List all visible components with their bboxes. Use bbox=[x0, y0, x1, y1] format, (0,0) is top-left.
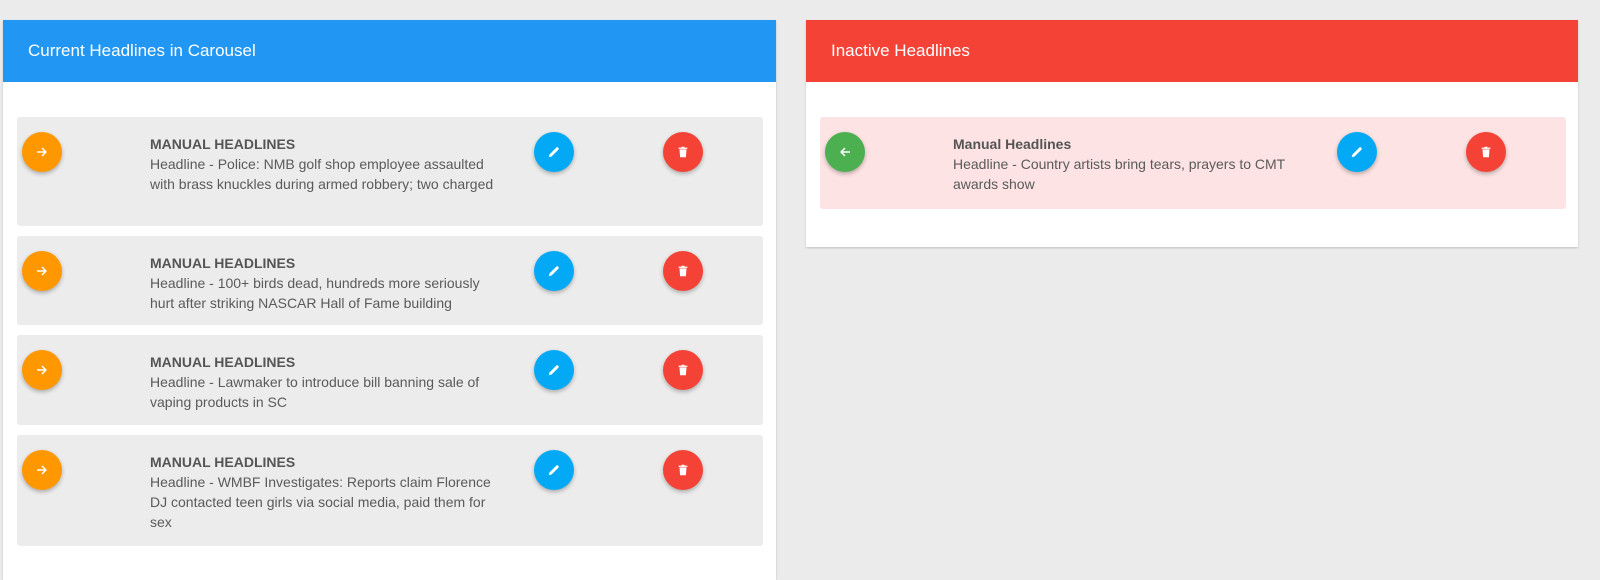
headline-text-block: MANUAL HEADLINES Headline - 100+ birds d… bbox=[150, 253, 506, 313]
headline-title: Headline - Lawmaker to introduce bill ba… bbox=[150, 374, 480, 410]
headline-category: MANUAL HEADLINES bbox=[150, 354, 296, 370]
edit-headline-button[interactable] bbox=[534, 350, 574, 390]
headline-title: Headline - Country artists bring tears, … bbox=[953, 156, 1285, 192]
inactive-headlines-panel: Inactive Headlines Manual Headlines Head… bbox=[806, 20, 1578, 247]
move-to-inactive-button[interactable] bbox=[22, 132, 62, 172]
trash-icon bbox=[678, 464, 688, 476]
edit-headline-button[interactable] bbox=[1337, 132, 1377, 172]
pencil-icon bbox=[548, 465, 559, 476]
active-headlines-title: Current Headlines in Carousel bbox=[28, 41, 256, 60]
trash-icon bbox=[678, 265, 688, 277]
move-to-inactive-button[interactable] bbox=[22, 450, 62, 490]
move-to-inactive-button[interactable] bbox=[22, 350, 62, 390]
arrow-right-icon bbox=[36, 266, 47, 276]
delete-headline-button[interactable] bbox=[663, 251, 703, 291]
edit-headline-button[interactable] bbox=[534, 132, 574, 172]
trash-icon bbox=[1481, 146, 1491, 158]
headline-title: Headline - WMBF Investigates: Reports cl… bbox=[150, 474, 491, 530]
move-to-inactive-button[interactable] bbox=[22, 251, 62, 291]
headline-title: Headline - 100+ birds dead, hundreds mor… bbox=[150, 275, 480, 311]
trash-icon bbox=[678, 146, 688, 158]
delete-headline-button[interactable] bbox=[663, 450, 703, 490]
headline-row: MANUAL HEADLINES Headline - Police: NMB … bbox=[17, 117, 763, 226]
headline-category: MANUAL HEADLINES bbox=[150, 136, 296, 152]
pencil-icon bbox=[548, 147, 559, 158]
headline-category: MANUAL HEADLINES bbox=[150, 255, 296, 271]
pencil-icon bbox=[1351, 147, 1362, 158]
arrow-left-icon bbox=[840, 147, 851, 157]
edit-headline-button[interactable] bbox=[534, 450, 574, 490]
headline-text-block: MANUAL HEADLINES Headline - Lawmaker to … bbox=[150, 352, 506, 412]
headline-row: MANUAL HEADLINES Headline - Lawmaker to … bbox=[17, 335, 763, 425]
active-headlines-header: Current Headlines in Carousel bbox=[3, 20, 776, 82]
headline-row: MANUAL HEADLINES Headline - WMBF Investi… bbox=[17, 435, 763, 546]
delete-headline-button[interactable] bbox=[1466, 132, 1506, 172]
headline-text-block: MANUAL HEADLINES Headline - Police: NMB … bbox=[150, 134, 506, 194]
headline-text-block: MANUAL HEADLINES Headline - WMBF Investi… bbox=[150, 452, 506, 532]
pencil-icon bbox=[548, 365, 559, 376]
pencil-icon bbox=[548, 266, 559, 277]
arrow-right-icon bbox=[36, 465, 47, 475]
headline-row: Manual Headlines Headline - Country arti… bbox=[820, 117, 1566, 209]
headline-text-block: Manual Headlines Headline - Country arti… bbox=[953, 134, 1309, 194]
headline-category: Manual Headlines bbox=[953, 136, 1072, 152]
headline-category: MANUAL HEADLINES bbox=[150, 454, 296, 470]
delete-headline-button[interactable] bbox=[663, 350, 703, 390]
active-headlines-panel: Current Headlines in Carousel MANUAL HEA… bbox=[3, 20, 776, 580]
delete-headline-button[interactable] bbox=[663, 132, 703, 172]
arrow-right-icon bbox=[36, 365, 47, 375]
arrow-right-icon bbox=[36, 147, 47, 157]
headline-title: Headline - Police: NMB golf shop employe… bbox=[150, 156, 494, 192]
headline-row: MANUAL HEADLINES Headline - 100+ birds d… bbox=[17, 236, 763, 325]
move-to-active-button[interactable] bbox=[825, 132, 865, 172]
inactive-headlines-header: Inactive Headlines bbox=[806, 20, 1578, 82]
edit-headline-button[interactable] bbox=[534, 251, 574, 291]
trash-icon bbox=[678, 364, 688, 376]
inactive-headlines-title: Inactive Headlines bbox=[831, 41, 970, 60]
